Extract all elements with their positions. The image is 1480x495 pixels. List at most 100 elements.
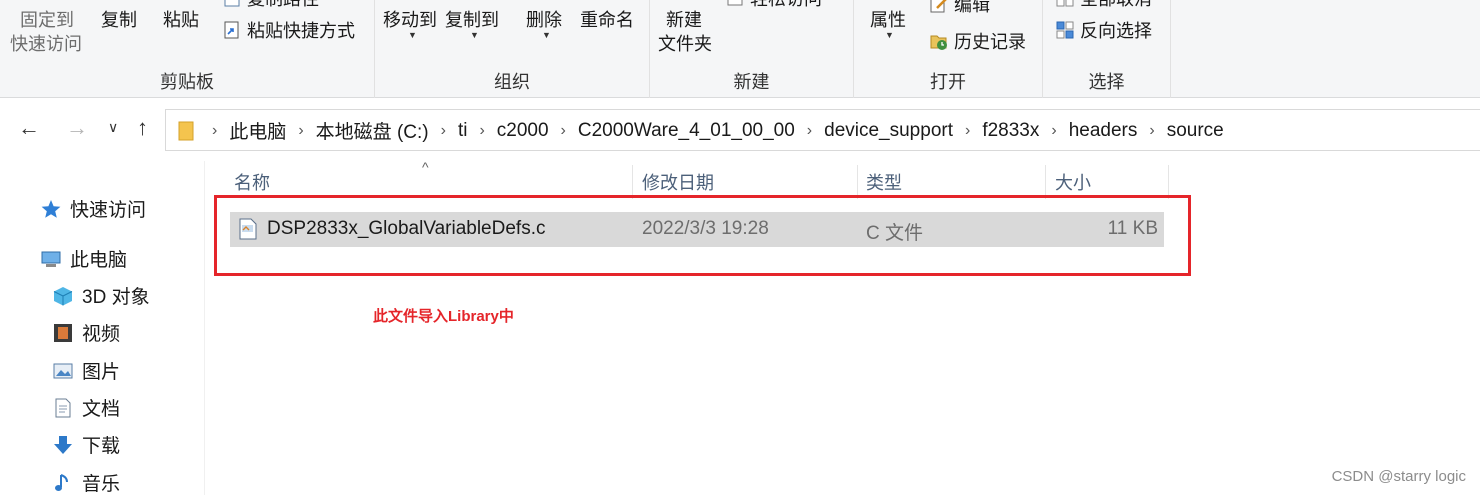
copy-to-dropdown-icon[interactable]: ▼ xyxy=(470,30,479,40)
sort-ascending-icon: ^ xyxy=(422,159,429,175)
copy-button[interactable]: 复制 xyxy=(101,8,137,32)
organize-group: 移动到 ▼ 复制到 ▼ 删除 ▼ 重命名 组织 xyxy=(375,0,650,98)
breadcrumb-this-pc[interactable]: 此电脑 xyxy=(229,117,286,144)
breadcrumb-separator-icon: › xyxy=(806,121,813,139)
select-none-button[interactable]: 全部取消 xyxy=(1080,0,1152,11)
breadcrumb-source[interactable]: source xyxy=(1167,120,1224,142)
sidebar-item-music[interactable]: 音乐 xyxy=(52,469,120,495)
column-divider[interactable] xyxy=(1168,165,1169,199)
breadcrumb: › 此电脑 › 本地磁盘 (C:) › ti › c2000 › C2000Wa… xyxy=(178,117,1224,144)
column-header-modified[interactable]: 修改日期 xyxy=(642,169,714,195)
paste-button[interactable]: 粘贴 xyxy=(163,8,199,32)
sidebar-item-label: 文档 xyxy=(82,399,121,420)
sidebar-item-label: 下载 xyxy=(82,436,121,457)
invert-selection-button[interactable]: 反向选择 xyxy=(1080,19,1152,43)
breadcrumb-c2000[interactable]: c2000 xyxy=(497,120,549,142)
sidebar-item-pictures[interactable]: 图片 xyxy=(52,357,120,384)
history-button[interactable]: 历史记录 xyxy=(954,30,1026,54)
paste-shortcut-icon xyxy=(224,21,239,39)
film-icon xyxy=(54,323,72,342)
sidebar-item-quick-access[interactable]: 快速访问 xyxy=(40,195,146,222)
open-group-label: 打开 xyxy=(930,72,966,92)
breadcrumb-f2833x[interactable]: f2833x xyxy=(982,120,1039,142)
sidebar-item-label: 此电脑 xyxy=(70,250,128,271)
breadcrumb-device-support[interactable]: device_support xyxy=(824,120,953,142)
column-divider[interactable] xyxy=(857,165,858,199)
new-folder-label: 文件夹 xyxy=(658,34,712,54)
pin-to-quick-access-label: 快速访问 xyxy=(10,34,82,54)
new-folder-button[interactable]: 新建 xyxy=(666,8,702,32)
sidebar-item-this-pc[interactable]: 此电脑 xyxy=(40,245,127,272)
navigation-pane: 快速访问 此电脑 3D 对象 视频 图片 文档 下载 音乐 xyxy=(0,161,205,495)
sidebar-item-label: 视频 xyxy=(82,324,121,345)
breadcrumb-c2000ware[interactable]: C2000Ware_4_01_00_00 xyxy=(578,120,795,142)
open-group: 属性 ▼ 编辑 历史记录 打开 xyxy=(854,0,1043,98)
back-arrow-icon[interactable]: ← xyxy=(18,115,40,141)
sidebar-item-videos[interactable]: 视频 xyxy=(52,319,120,346)
breadcrumb-separator-icon: › xyxy=(1051,121,1057,139)
sidebar-item-label: 图片 xyxy=(82,362,121,383)
column-header-name[interactable]: 名称 xyxy=(234,169,270,195)
properties-button[interactable]: 属性 xyxy=(870,8,906,32)
invert-selection-icon xyxy=(1056,21,1074,39)
breadcrumb-separator-icon: › xyxy=(440,121,446,139)
paste-shortcut-button[interactable]: 粘贴快捷方式 xyxy=(247,19,355,43)
history-icon xyxy=(930,35,947,50)
copy-path-button[interactable]: 复制路径 xyxy=(247,0,319,11)
breadcrumb-separator-icon: › xyxy=(298,121,304,139)
highlight-annotation-box xyxy=(214,195,1191,276)
clipboard-group-label: 剪贴板 xyxy=(160,72,214,92)
organize-group-label: 组织 xyxy=(494,72,530,92)
address-bar[interactable]: › 此电脑 › 本地磁盘 (C:) › ti › c2000 › C2000Wa… xyxy=(165,109,1480,151)
select-group-label: 选择 xyxy=(1088,72,1125,92)
copy-path-icon xyxy=(224,0,240,7)
column-header-type[interactable]: 类型 xyxy=(866,169,902,195)
document-icon xyxy=(55,398,71,417)
breadcrumb-local-disk[interactable]: 本地磁盘 (C:) xyxy=(316,117,429,144)
sidebar-item-label: 音乐 xyxy=(82,474,121,495)
edit-button[interactable]: 编辑 xyxy=(954,0,990,17)
forward-arrow-icon[interactable]: → xyxy=(66,115,88,141)
up-arrow-icon[interactable]: ↑ xyxy=(137,115,148,141)
sidebar-item-3d-objects[interactable]: 3D 对象 xyxy=(52,282,150,309)
sidebar-item-label: 快速访问 xyxy=(70,200,147,221)
column-divider[interactable] xyxy=(632,165,633,199)
breadcrumb-separator-icon: › xyxy=(1149,121,1155,139)
cube-icon xyxy=(53,286,73,305)
breadcrumb-separator-icon: › xyxy=(479,121,485,139)
sidebar-item-downloads[interactable]: 下载 xyxy=(52,431,120,458)
rename-button[interactable]: 重命名 xyxy=(580,8,634,32)
properties-dropdown-icon[interactable]: ▼ xyxy=(885,30,894,40)
navigation-bar: ← → ∨ ↑ › 此电脑 › 本地磁盘 (C:) › ti › c2000 ›… xyxy=(0,99,1480,161)
move-to-button[interactable]: 移动到 xyxy=(383,8,437,32)
breadcrumb-separator-icon: › xyxy=(560,121,566,139)
easy-access-icon xyxy=(727,0,743,6)
copy-to-button[interactable]: 复制到 xyxy=(445,8,499,32)
sidebar-item-label: 3D 对象 xyxy=(82,287,150,308)
select-group: 全部取消 反向选择 选择 xyxy=(1043,0,1171,98)
sidebar-item-documents[interactable]: 文档 xyxy=(52,394,120,421)
breadcrumb-separator-icon: › xyxy=(965,121,971,139)
column-header-size[interactable]: 大小 xyxy=(1055,169,1091,195)
move-to-dropdown-icon[interactable]: ▼ xyxy=(408,30,417,40)
music-note-icon xyxy=(55,473,68,491)
annotation-note: 此文件导入Library中 xyxy=(373,308,514,325)
breadcrumb-ti[interactable]: ti xyxy=(458,120,468,142)
select-none-icon xyxy=(1056,0,1074,7)
pin-to-quick-access-button[interactable]: 固定到 xyxy=(20,8,74,32)
folder-icon xyxy=(178,121,194,140)
ribbon: 固定到 快速访问 复制 粘贴 复制路径 粘贴快捷方式 剪贴板 移动到 ▼ 复制到… xyxy=(0,0,1480,98)
watermark: CSDN @starry logic xyxy=(1331,468,1466,485)
delete-button[interactable]: 删除 xyxy=(526,8,562,32)
easy-access-button[interactable]: 轻松访问 xyxy=(750,0,822,11)
picture-icon xyxy=(53,363,73,378)
column-divider[interactable] xyxy=(1045,165,1046,199)
breadcrumb-headers[interactable]: headers xyxy=(1069,120,1138,142)
edit-icon xyxy=(930,0,947,13)
delete-dropdown-icon[interactable]: ▼ xyxy=(542,30,551,40)
download-arrow-icon xyxy=(54,435,72,454)
breadcrumb-separator-icon: › xyxy=(212,121,218,139)
star-icon xyxy=(41,199,61,218)
recent-locations-chevron-icon[interactable]: ∨ xyxy=(108,119,118,136)
new-group-label: 新建 xyxy=(733,72,770,92)
